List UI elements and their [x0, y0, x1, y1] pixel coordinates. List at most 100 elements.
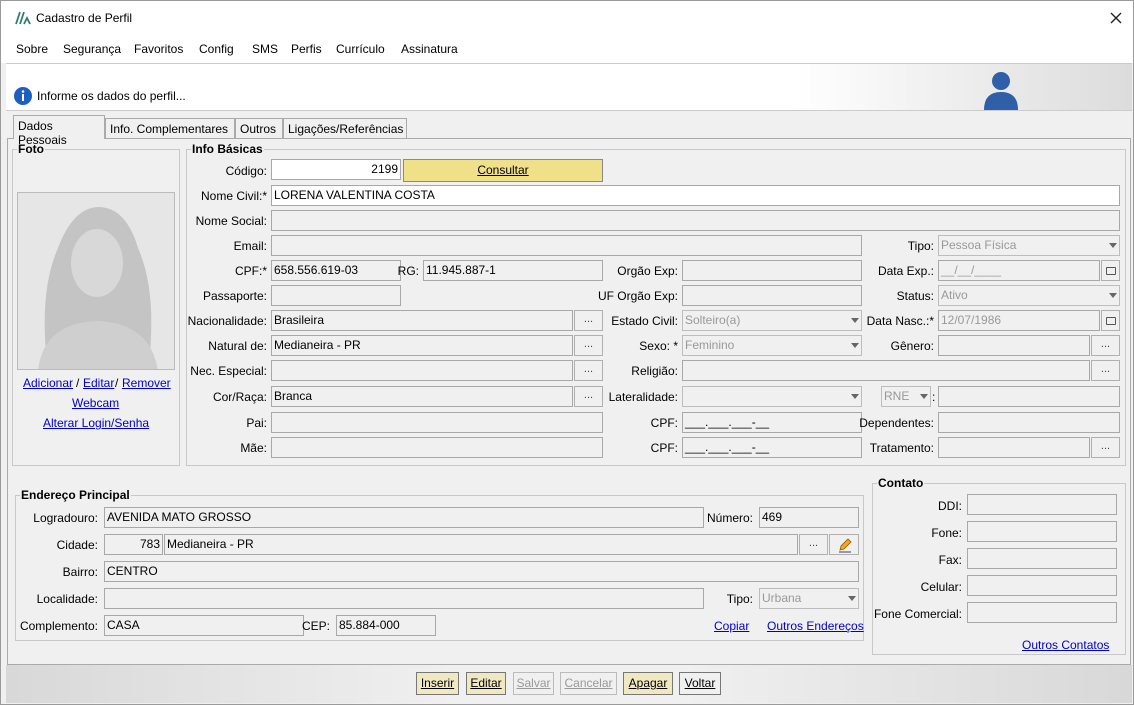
menu-seguranca[interactable]: Segurança — [63, 42, 121, 56]
natural-field[interactable]: Medianeira - PR — [271, 335, 573, 356]
cep-field[interactable]: 85.884-000 — [336, 615, 436, 636]
copiar-link[interactable]: Copiar — [714, 619, 749, 633]
voltar-button[interactable]: Voltar — [679, 672, 721, 695]
email-field[interactable] — [271, 235, 862, 256]
genero-lookup-button[interactable]: ... — [1091, 335, 1120, 356]
apagar-button[interactable]: Apagar — [623, 672, 673, 695]
consultar-button[interactable]: Consultar — [403, 159, 603, 182]
cor-raca-field[interactable]: Branca — [271, 386, 573, 407]
menu-curriculo[interactable]: Currículo — [336, 42, 385, 56]
dependentes-field[interactable] — [938, 412, 1120, 433]
cidade-edit-button[interactable] — [829, 534, 859, 555]
logradouro-field[interactable]: AVENIDA MATO GROSSO — [104, 507, 704, 528]
data-exp-field[interactable]: __/__/____ — [938, 260, 1100, 281]
cidade-code-field[interactable]: 783 — [104, 534, 163, 555]
numero-label: Número: — [706, 511, 753, 525]
nacionalidade-lookup-button[interactable]: ... — [574, 310, 603, 331]
menu-config[interactable]: Config — [199, 42, 234, 56]
salvar-label: Salvar — [516, 676, 551, 690]
tratamento-field[interactable] — [938, 437, 1090, 458]
nec-especial-lookup-button[interactable]: ... — [574, 360, 603, 381]
calendar-button[interactable] — [1101, 310, 1120, 331]
tab-outros[interactable]: Outros — [235, 118, 283, 138]
edit-photo-link[interactable]: Editar — [83, 376, 114, 390]
tab-ligacoes[interactable]: Ligações/Referências — [283, 118, 407, 138]
alter-login-link[interactable]: Alterar Login/Senha — [43, 416, 149, 430]
uf-orgao-label: UF Orgão Exp: — [597, 289, 678, 303]
cidade-lookup-button[interactable]: ... — [799, 534, 828, 555]
calendar-button[interactable] — [1101, 260, 1120, 281]
nec-especial-label: Nec. Especial: — [190, 364, 267, 378]
uf-orgao-field[interactable] — [682, 285, 862, 306]
menu-sobre[interactable]: Sobre — [16, 42, 48, 56]
cancelar-button[interactable]: Cancelar — [560, 672, 617, 695]
ddi-field[interactable] — [967, 494, 1117, 515]
tab-info-complementares[interactable]: Info. Complementares — [105, 118, 235, 138]
link-separator: / — [115, 376, 119, 390]
rne-select[interactable]: RNE — [881, 386, 931, 407]
rg-field[interactable]: 11.945.887-1 — [423, 260, 603, 281]
mae-label: Mãe: — [240, 441, 267, 455]
chevron-down-icon — [851, 318, 859, 323]
nacionalidade-field[interactable]: Brasileira — [271, 310, 573, 331]
remove-photo-link[interactable]: Remover — [122, 376, 171, 390]
pai-cpf-field[interactable]: ___.___.___-__ — [682, 412, 862, 433]
fone-comercial-field[interactable] — [967, 602, 1117, 623]
salvar-button[interactable]: Salvar — [513, 672, 554, 695]
pai-field[interactable] — [271, 412, 603, 433]
menu-sms[interactable]: SMS — [252, 42, 278, 56]
nec-especial-field[interactable] — [271, 360, 573, 381]
fone-field[interactable] — [967, 521, 1117, 542]
menu-perfis[interactable]: Perfis — [291, 42, 322, 56]
tipo-select[interactable]: Pessoa Física — [938, 235, 1120, 256]
chevron-down-icon — [1109, 293, 1117, 298]
codigo-field[interactable]: 2199 — [271, 159, 401, 180]
cor-raca-lookup-button[interactable]: ... — [574, 386, 603, 407]
orgao-field[interactable] — [682, 260, 862, 281]
contato-title: Contato — [877, 476, 925, 490]
sexo-select[interactable]: Feminino — [682, 335, 862, 356]
estado-civil-select[interactable]: Solteiro(a) — [682, 310, 862, 331]
nome-civil-field[interactable]: LORENA VALENTINA COSTA — [271, 185, 1120, 206]
fax-field[interactable] — [967, 548, 1117, 569]
fax-label: Fax: — [938, 553, 962, 567]
localidade-field[interactable] — [104, 588, 704, 609]
rne-colon: : — [932, 390, 936, 404]
mae-field[interactable] — [271, 437, 603, 458]
menu-favoritos[interactable]: Favoritos — [134, 42, 183, 56]
religiao-lookup-button[interactable]: ... — [1091, 360, 1120, 381]
voltar-label: Voltar — [684, 676, 716, 690]
tab-dados-pessoais[interactable]: Dados Pessoais — [13, 115, 105, 147]
mae-cpf-field[interactable]: ___.___.___-__ — [682, 437, 862, 458]
complemento-field[interactable]: CASA — [104, 615, 304, 636]
tratamento-lookup-button[interactable]: ... — [1091, 437, 1120, 458]
logradouro-label: Logradouro: — [33, 511, 98, 525]
close-icon[interactable] — [1107, 9, 1125, 27]
cidade-field[interactable]: Medianeira - PR — [164, 534, 798, 555]
editar-button[interactable]: Editar — [466, 672, 506, 695]
add-photo-link[interactable]: Adicionar — [23, 376, 73, 390]
data-nasc-field[interactable]: 12/07/1986 — [938, 310, 1100, 331]
status-select[interactable]: Ativo — [938, 285, 1120, 306]
religiao-field[interactable] — [682, 360, 1090, 381]
passaporte-field[interactable] — [271, 285, 401, 306]
numero-field[interactable]: 469 — [759, 507, 859, 528]
rne-field[interactable] — [938, 386, 1120, 407]
celular-field[interactable] — [967, 575, 1117, 596]
outros-contatos-link[interactable]: Outros Contatos — [1022, 638, 1109, 652]
endereco-tipo-select[interactable]: Urbana — [759, 588, 859, 609]
outros-enderecos-link[interactable]: Outros Endereços — [767, 619, 864, 633]
lateralidade-select[interactable] — [682, 386, 862, 407]
cpf-field[interactable]: 658.556.619-03 — [271, 260, 401, 281]
natural-lookup-button[interactable]: ... — [574, 335, 603, 356]
genero-field[interactable] — [938, 335, 1090, 356]
menu-assinatura[interactable]: Assinatura — [401, 42, 458, 56]
nome-civil-label: Nome Civil:* — [200, 189, 267, 203]
bairro-field[interactable]: CENTRO — [104, 561, 859, 582]
localidade-label: Localidade: — [36, 592, 98, 606]
chevron-down-icon — [851, 343, 859, 348]
inserir-button[interactable]: Inserir — [416, 672, 459, 695]
nome-social-field[interactable] — [271, 210, 1120, 231]
webcam-link[interactable]: Webcam — [72, 396, 119, 410]
cor-raca-label: Cor/Raça: — [212, 390, 267, 404]
